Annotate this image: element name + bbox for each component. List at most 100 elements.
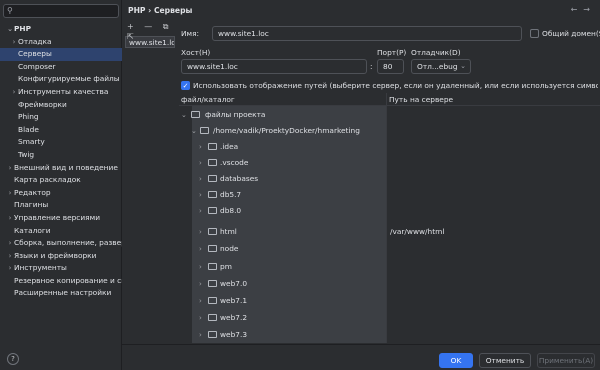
port-separator: : xyxy=(370,62,373,71)
tree-item-keymap[interactable]: Карта раскладок xyxy=(0,174,122,187)
table-row[interactable]: › web7.2 xyxy=(179,310,600,326)
table-row[interactable]: ⌄ /home/vadik/ProektyDocker/hmarketing xyxy=(179,123,600,139)
tree-item-languages[interactable]: › Языки и фреймворки xyxy=(0,250,122,263)
tree-item-php[interactable]: ⌄PHP xyxy=(0,23,122,36)
port-label: Порт(P) xyxy=(377,48,407,57)
folder-icon xyxy=(208,191,217,198)
chevron-right-icon[interactable]: › xyxy=(199,171,202,187)
folder-icon xyxy=(208,331,217,338)
chevron-right-icon[interactable]: › xyxy=(199,187,202,203)
host-input[interactable]: www.site1.loc xyxy=(181,59,367,74)
search-icon: ⚲ xyxy=(7,6,13,15)
chevron-right-icon[interactable]: › xyxy=(199,203,202,219)
server-list-item[interactable]: www.site1.loc xyxy=(125,36,175,48)
chevron-right-icon[interactable]: › xyxy=(199,293,202,309)
debugger-label: Отладчик(D) xyxy=(411,48,461,57)
shared-domain-checkbox[interactable] xyxy=(530,29,539,38)
table-row[interactable]: › html /var/www/html xyxy=(179,224,600,240)
chevron-right-icon[interactable]: › xyxy=(199,259,202,275)
chevron-right-icon: › xyxy=(8,251,12,260)
chevron-right-icon: › xyxy=(8,239,12,248)
tree-item-quality-tools[interactable]: › Инструменты качества xyxy=(0,86,122,99)
chevron-right-icon[interactable]: › xyxy=(199,241,202,257)
tree-item-composer[interactable]: Composer xyxy=(0,61,122,74)
remote-path-cell[interactable]: /var/www/html xyxy=(390,224,444,240)
use-path-mappings-checkbox[interactable]: ✓ xyxy=(181,81,190,90)
back-icon[interactable]: ← xyxy=(571,5,584,14)
table-row[interactable]: ⌄ файлы проекта xyxy=(179,107,600,123)
table-row[interactable]: › db5.7 xyxy=(179,187,600,203)
tree-item-blade[interactable]: Blade xyxy=(0,124,122,137)
table-row[interactable]: › web7.0 xyxy=(179,276,600,292)
tree-item-directories[interactable]: Каталоги xyxy=(0,225,122,238)
tree-item-build[interactable]: ›Сборка, выполнение, развертывание xyxy=(0,237,122,250)
chevron-down-icon: ⌄ xyxy=(7,25,13,33)
tree-item-appearance[interactable]: › Внешний вид и поведение xyxy=(0,162,122,175)
table-row[interactable]: › .vscode xyxy=(179,155,600,171)
tree-item-servers[interactable]: Серверы xyxy=(0,48,122,61)
chevron-down-icon[interactable]: ⌄ xyxy=(191,123,197,139)
settings-sidebar: ⚲ ⌄PHP › Отладка Серверы Composer Конфигу… xyxy=(0,0,122,370)
table-header: файл/каталог Путь на сервере xyxy=(179,93,600,106)
table-row[interactable]: › web7.1 xyxy=(179,293,600,309)
folder-icon xyxy=(200,127,209,134)
folder-icon xyxy=(208,280,217,287)
folder-icon xyxy=(191,111,200,118)
tree-item-backup-sync[interactable]: Резервное копирование и синхронизация xyxy=(0,275,122,288)
breadcrumb: PHP › Серверы ←→ xyxy=(128,5,596,18)
forward-icon[interactable]: → xyxy=(583,5,596,14)
chevron-right-icon: › xyxy=(8,213,12,222)
tree-item-debug[interactable]: › Отладка xyxy=(0,36,122,49)
tree-item-config-files[interactable]: Конфигурируемые файлы xyxy=(0,73,122,86)
apply-button[interactable]: Применить(A) xyxy=(537,353,595,368)
chevron-right-icon[interactable]: › xyxy=(199,310,202,326)
tree-item-frameworks[interactable]: Фреймворки xyxy=(0,99,122,112)
folder-icon xyxy=(208,314,217,321)
name-input[interactable]: www.site1.loc xyxy=(212,26,522,41)
settings-search-input[interactable]: ⚲ xyxy=(3,4,119,18)
chevron-right-icon[interactable]: › xyxy=(199,327,202,343)
name-label: Имя: xyxy=(181,29,200,38)
port-input[interactable]: 80 xyxy=(377,59,404,74)
cancel-button[interactable]: Отменить xyxy=(479,353,531,368)
table-row[interactable]: › .idea xyxy=(179,139,600,155)
tree-item-phing[interactable]: Phing xyxy=(0,111,122,124)
table-row[interactable]: › db8.0 xyxy=(179,203,600,219)
help-button[interactable]: ? xyxy=(7,353,19,365)
tree-item-tools[interactable]: › Инструменты xyxy=(0,262,122,275)
debugger-select[interactable]: Отл...ebug ⌄ xyxy=(411,59,471,74)
folder-icon xyxy=(208,143,217,150)
tree-item-advanced[interactable]: Расширенные настройки xyxy=(0,287,122,300)
column-remote-path[interactable]: Путь на сервере xyxy=(389,95,453,104)
path-mappings-table: файл/каталог Путь на сервере ⌄ файлы про… xyxy=(179,93,600,343)
table-row[interactable]: › databases xyxy=(179,171,600,187)
ok-button[interactable]: OK xyxy=(439,353,473,368)
chevron-right-icon: › xyxy=(8,163,12,172)
server-list: + — ⧉ ⇱ www.site1.loc xyxy=(125,22,175,342)
dialog-footer: OK Отменить Применить(A) xyxy=(122,344,600,370)
chevron-right-icon[interactable]: › xyxy=(199,224,202,240)
chevron-right-icon: › xyxy=(8,264,12,273)
chevron-right-icon[interactable]: › xyxy=(199,276,202,292)
tree-item-vcs[interactable]: › Управление версиями xyxy=(0,212,122,225)
table-row[interactable]: › node xyxy=(179,241,600,257)
host-label: Хост(H) xyxy=(181,48,211,57)
chevron-right-icon[interactable]: › xyxy=(199,139,202,155)
column-local-path[interactable]: файл/каталог xyxy=(181,95,235,104)
tree-item-smarty[interactable]: Smarty xyxy=(0,136,122,149)
tree-item-editor[interactable]: › Редактор xyxy=(0,187,122,200)
folder-icon xyxy=(208,228,217,235)
table-row[interactable]: › web7.3 xyxy=(179,327,600,343)
chevron-down-icon: ⌄ xyxy=(460,62,466,70)
folder-icon xyxy=(208,159,217,166)
tree-item-plugins[interactable]: Плагины xyxy=(0,199,122,212)
chevron-right-icon: › xyxy=(12,37,16,46)
server-list-toolbar[interactable]: + — ⧉ ⇱ xyxy=(125,22,175,41)
table-row[interactable]: › pm xyxy=(179,259,600,275)
folder-icon xyxy=(208,175,217,182)
tree-item-twig[interactable]: Twig xyxy=(0,149,122,162)
chevron-right-icon[interactable]: › xyxy=(199,155,202,171)
chevron-down-icon[interactable]: ⌄ xyxy=(181,107,187,123)
settings-tree: ⌄PHP › Отладка Серверы Composer Конфигури… xyxy=(0,23,122,300)
folder-icon xyxy=(208,297,217,304)
